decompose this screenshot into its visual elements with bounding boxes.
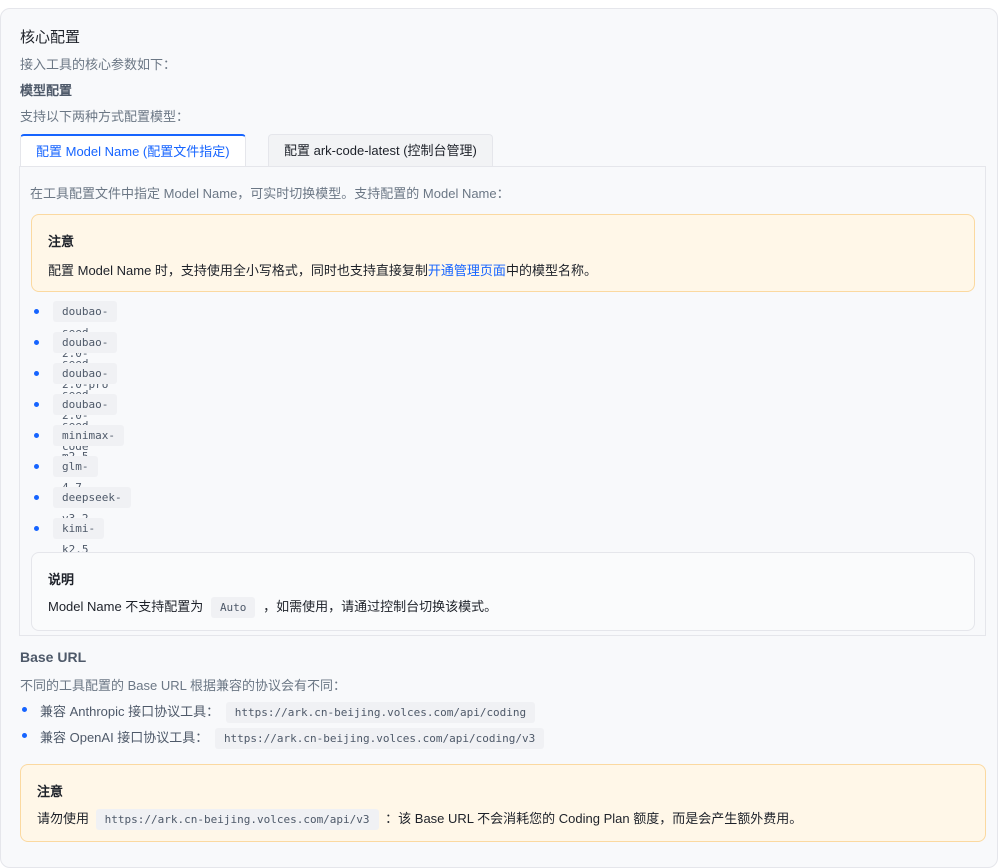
info-title: 说明 [48, 572, 75, 587]
panel-intro: 在工具配置文件中指定 Model Name，可实时切换模型。支持配置的 Mode… [30, 186, 510, 201]
base-url-note-box: 注意 请勿使用 https://ark.cn-beijing.volces.co… [20, 764, 986, 842]
model-code: glm-4.7 [53, 456, 98, 494]
note-box: 注意 配置 Model Name 时，支持使用全小写格式，同时也支持直接复制开通… [31, 214, 975, 292]
section-intro: 接入工具的核心参数如下： [20, 57, 177, 72]
model-heading: 模型配置 [20, 83, 73, 98]
auto-code: Auto [210, 597, 256, 618]
model-code: doubao-seed-2.0-lite [53, 363, 118, 443]
base-url-intro: 不同的工具配置的 Base URL 根据兼容的协议会有不同： [20, 678, 346, 693]
tab-ark-code-latest[interactable]: 配置 ark-code-latest (控制台管理) [268, 134, 493, 166]
bullet-icon [34, 309, 39, 314]
bullet-icon [34, 340, 39, 345]
base-url-note-title: 注意 [37, 784, 64, 799]
model-code: doubao-seed-2.0-pro [53, 332, 118, 391]
url-label: 兼容 Anthropic 接口协议工具： https://ark.cn-beij… [40, 701, 536, 723]
base-url-note-text-after: ：该 Base URL 不会消耗您的 Coding Plan 额度，而是会产生额… [385, 811, 803, 826]
url-label-text: 兼容 OpenAI 接口协议工具： [40, 730, 209, 745]
model-code: deepseek-v3.2 [53, 487, 131, 525]
model-code: kimi-k2.5 [53, 518, 105, 556]
model-code: minimax-m2.5 [53, 425, 124, 463]
model-intro: 支持以下两种方式配置模型： [20, 109, 190, 124]
bullet-icon [34, 402, 39, 407]
url-code: https://ark.cn-beijing.volces.com/api/co… [214, 728, 545, 749]
url-label-text: 兼容 Anthropic 接口协议工具： [40, 704, 220, 719]
bullet-icon [34, 526, 39, 531]
base-url-note-text-before: 请勿使用 [37, 811, 90, 826]
info-box: 说明 Model Name 不支持配置为 Auto ，如需使用，请通过控制台切换… [31, 552, 975, 631]
tab-model-name[interactable]: 配置 Model Name (配置文件指定) [20, 134, 246, 166]
url-label: 兼容 OpenAI 接口协议工具： https://ark.cn-beijing… [40, 727, 545, 749]
list-item: 兼容 Anthropic 接口协议工具： https://ark.cn-beij… [20, 699, 580, 723]
model-code: doubao-seed-code [53, 394, 118, 453]
info-text: Model Name 不支持配置为 Auto ，如需使用，请通过控制台切换该模式… [48, 596, 497, 618]
note-text-before: 配置 Model Name 时，支持使用全小写格式，同时也支持直接复制 [48, 263, 428, 278]
url-code: https://ark.cn-beijing.volces.com/api/co… [225, 702, 536, 723]
bullet-icon [34, 433, 39, 438]
bullet-icon [34, 495, 39, 500]
note-title: 注意 [48, 234, 75, 249]
info-text-before: Model Name 不支持配置为 [48, 599, 204, 614]
info-text-after: ，如需使用，请通过控制台切换该模式。 [263, 599, 498, 614]
bullet-icon [22, 733, 27, 738]
note-text-after: 中的模型名称。 [505, 263, 597, 278]
section-title: 核心配置 [20, 29, 81, 46]
note-text: 配置 Model Name 时，支持使用全小写格式，同时也支持直接复制开通管理页… [48, 260, 597, 279]
v3-url-code: https://ark.cn-beijing.volces.com/api/v3 [95, 809, 379, 830]
bullet-icon [22, 707, 27, 712]
bullet-icon [34, 371, 39, 376]
base-url-heading: Base URL [20, 649, 87, 665]
list-item: 兼容 OpenAI 接口协议工具： https://ark.cn-beijing… [20, 725, 580, 749]
activation-management-link[interactable]: 开通管理页面 [428, 263, 506, 278]
bullet-icon [34, 464, 39, 469]
model-code: doubao-seed-2.0-code [53, 301, 118, 381]
base-url-note-text: 请勿使用 https://ark.cn-beijing.volces.com/a… [37, 808, 802, 830]
